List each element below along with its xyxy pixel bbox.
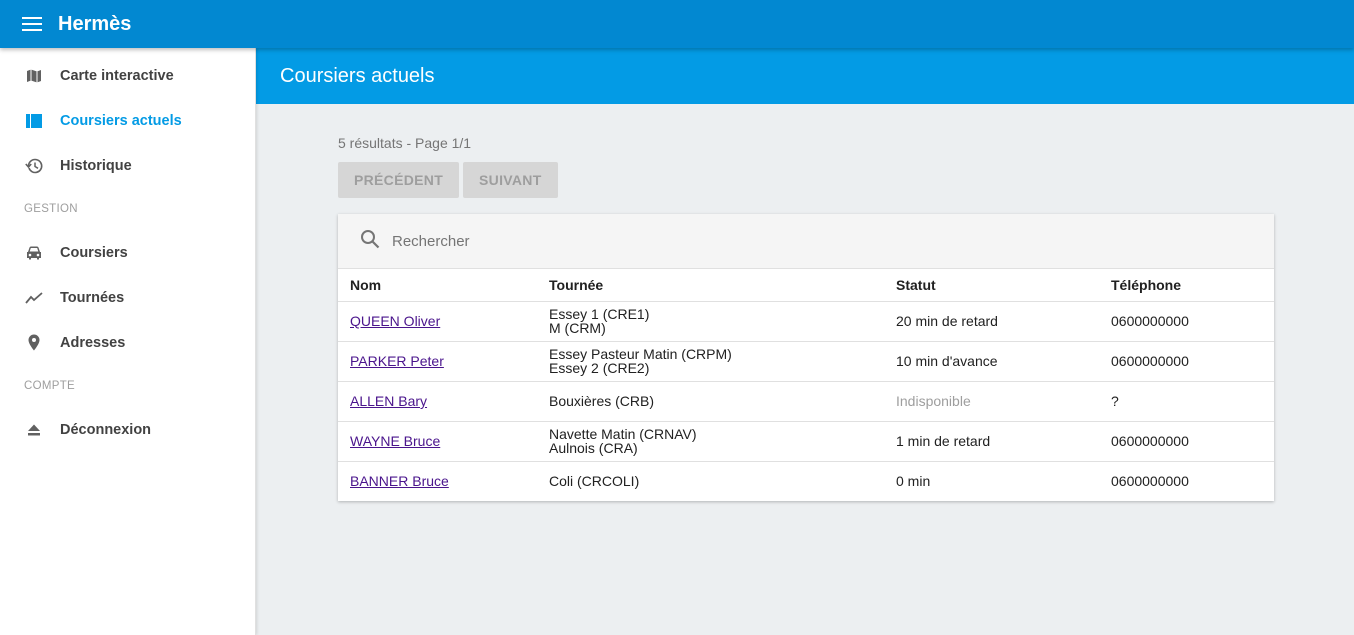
sidebar-item-label: Tournées (60, 289, 125, 306)
column-header-tournee: Tournée (549, 269, 896, 302)
status-cell: 0 min (896, 473, 931, 490)
sidebar-item-deconnexion[interactable]: Déconnexion (0, 407, 255, 452)
sidebar-item-label: Coursiers actuels (60, 112, 182, 129)
tour-cell: Navette Matin (CRNAV) Aulnois (CRA) (549, 421, 896, 462)
sidebar-item-label: Historique (60, 157, 132, 174)
hamburger-menu-icon[interactable] (22, 17, 42, 31)
sidebar-item-coursiers[interactable]: Coursiers (0, 230, 255, 275)
eject-icon (24, 420, 44, 440)
phone-cell: 0600000000 (1111, 421, 1274, 462)
table-row: PARKER Peter Essey Pasteur Matin (CRPM) … (338, 341, 1274, 382)
column-header-nom: Nom (338, 269, 549, 302)
view-list-icon (24, 111, 44, 131)
couriers-table-card: Nom Tournée Statut Téléphone QUEEN Olive… (338, 214, 1274, 501)
phone-cell: 0600000000 (1111, 301, 1274, 342)
tour-cell: Essey Pasteur Matin (CRPM) Essey 2 (CRE2… (549, 341, 896, 382)
pagination: PRÉCÉDENT SUIVANT (338, 162, 558, 198)
courier-name-link[interactable]: BANNER Bruce (350, 473, 449, 489)
tour-cell: Essey 1 (CRE1) M (CRM) (549, 301, 896, 342)
courier-name-link[interactable]: ALLEN Bary (350, 393, 427, 409)
table-header-row: Nom Tournée Statut Téléphone (338, 269, 1274, 302)
tour-name: Bouxières (CRB) (549, 393, 655, 409)
courier-name-link[interactable]: WAYNE Bruce (350, 433, 440, 449)
phone-cell: 0600000000 (1111, 341, 1274, 382)
app-bar: Hermès (0, 0, 1354, 48)
trending-icon (24, 288, 44, 308)
sidebar: Carte interactive Coursiers actuels Hist… (0, 48, 256, 635)
sidebar-item-carte-interactive[interactable]: Carte interactive (0, 53, 255, 98)
tour-name: Essey Pasteur Matin (CRPM) (549, 346, 732, 362)
tour-name: Essey 2 (CRE2) (549, 360, 650, 376)
couriers-table: Nom Tournée Statut Téléphone QUEEN Olive… (338, 269, 1274, 501)
tour-cell: Bouxières (CRB) (549, 381, 896, 422)
sidebar-item-label: Adresses (60, 334, 126, 351)
tour-cell: Coli (CRCOLI) (549, 461, 896, 501)
courier-name-link[interactable]: QUEEN Oliver (350, 313, 440, 329)
column-header-statut: Statut (896, 269, 1111, 302)
section-header-compte: COMPTE (24, 380, 75, 392)
sidebar-item-historique[interactable]: Historique (0, 143, 255, 188)
tour-name: Navette Matin (CRNAV) (549, 426, 697, 442)
sidebar-item-label: Carte interactive (60, 67, 174, 84)
table-row: BANNER Bruce Coli (CRCOLI) 0 min 0600000… (338, 461, 1274, 501)
tour-name: Essey 1 (CRE1) (549, 306, 650, 322)
phone-cell: 0600000000 (1111, 473, 1189, 490)
next-page-button[interactable]: SUIVANT (463, 162, 558, 198)
section-header-gestion: GESTION (24, 203, 78, 215)
table-row: ALLEN Bary Bouxières (CRB) Indisponible … (338, 381, 1274, 422)
page-title: Coursiers actuels (280, 64, 435, 87)
results-info: 5 résultats - Page 1/1 (338, 135, 472, 151)
status-cell: Indisponible (896, 381, 1111, 422)
app-title: Hermès (58, 12, 132, 35)
search-input[interactable] (392, 232, 992, 250)
table-row: QUEEN Oliver Essey 1 (CRE1) M (CRM) 20 m… (338, 301, 1274, 342)
sidebar-item-tournees[interactable]: Tournées (0, 275, 255, 320)
sidebar-item-label: Déconnexion (60, 421, 152, 438)
status-cell: 20 min de retard (896, 301, 1111, 342)
sidebar-item-coursiers-actuels[interactable]: Coursiers actuels (0, 98, 255, 143)
history-icon (24, 156, 44, 176)
phone-cell: ? (1111, 381, 1274, 422)
status-cell: 10 min d'avance (896, 341, 1111, 382)
table-row: WAYNE Bruce Navette Matin (CRNAV) Aulnoi… (338, 421, 1274, 462)
tour-name: M (CRM) (549, 320, 606, 336)
tour-name: Aulnois (CRA) (549, 440, 638, 456)
column-header-telephone: Téléphone (1111, 269, 1274, 302)
previous-page-button[interactable]: PRÉCÉDENT (338, 162, 460, 198)
status-cell: 1 min de retard (896, 421, 1111, 462)
sidebar-item-label: Coursiers (60, 244, 128, 261)
sidebar-item-adresses[interactable]: Adresses (0, 320, 255, 365)
map-icon (24, 66, 44, 86)
search-icon (360, 229, 380, 254)
search-bar (338, 214, 1274, 269)
page-header: Coursiers actuels (256, 48, 1354, 104)
courier-name-link[interactable]: PARKER Peter (350, 353, 444, 369)
car-icon (24, 243, 44, 263)
tour-name: Coli (CRCOLI) (549, 473, 640, 490)
place-icon (24, 333, 44, 353)
